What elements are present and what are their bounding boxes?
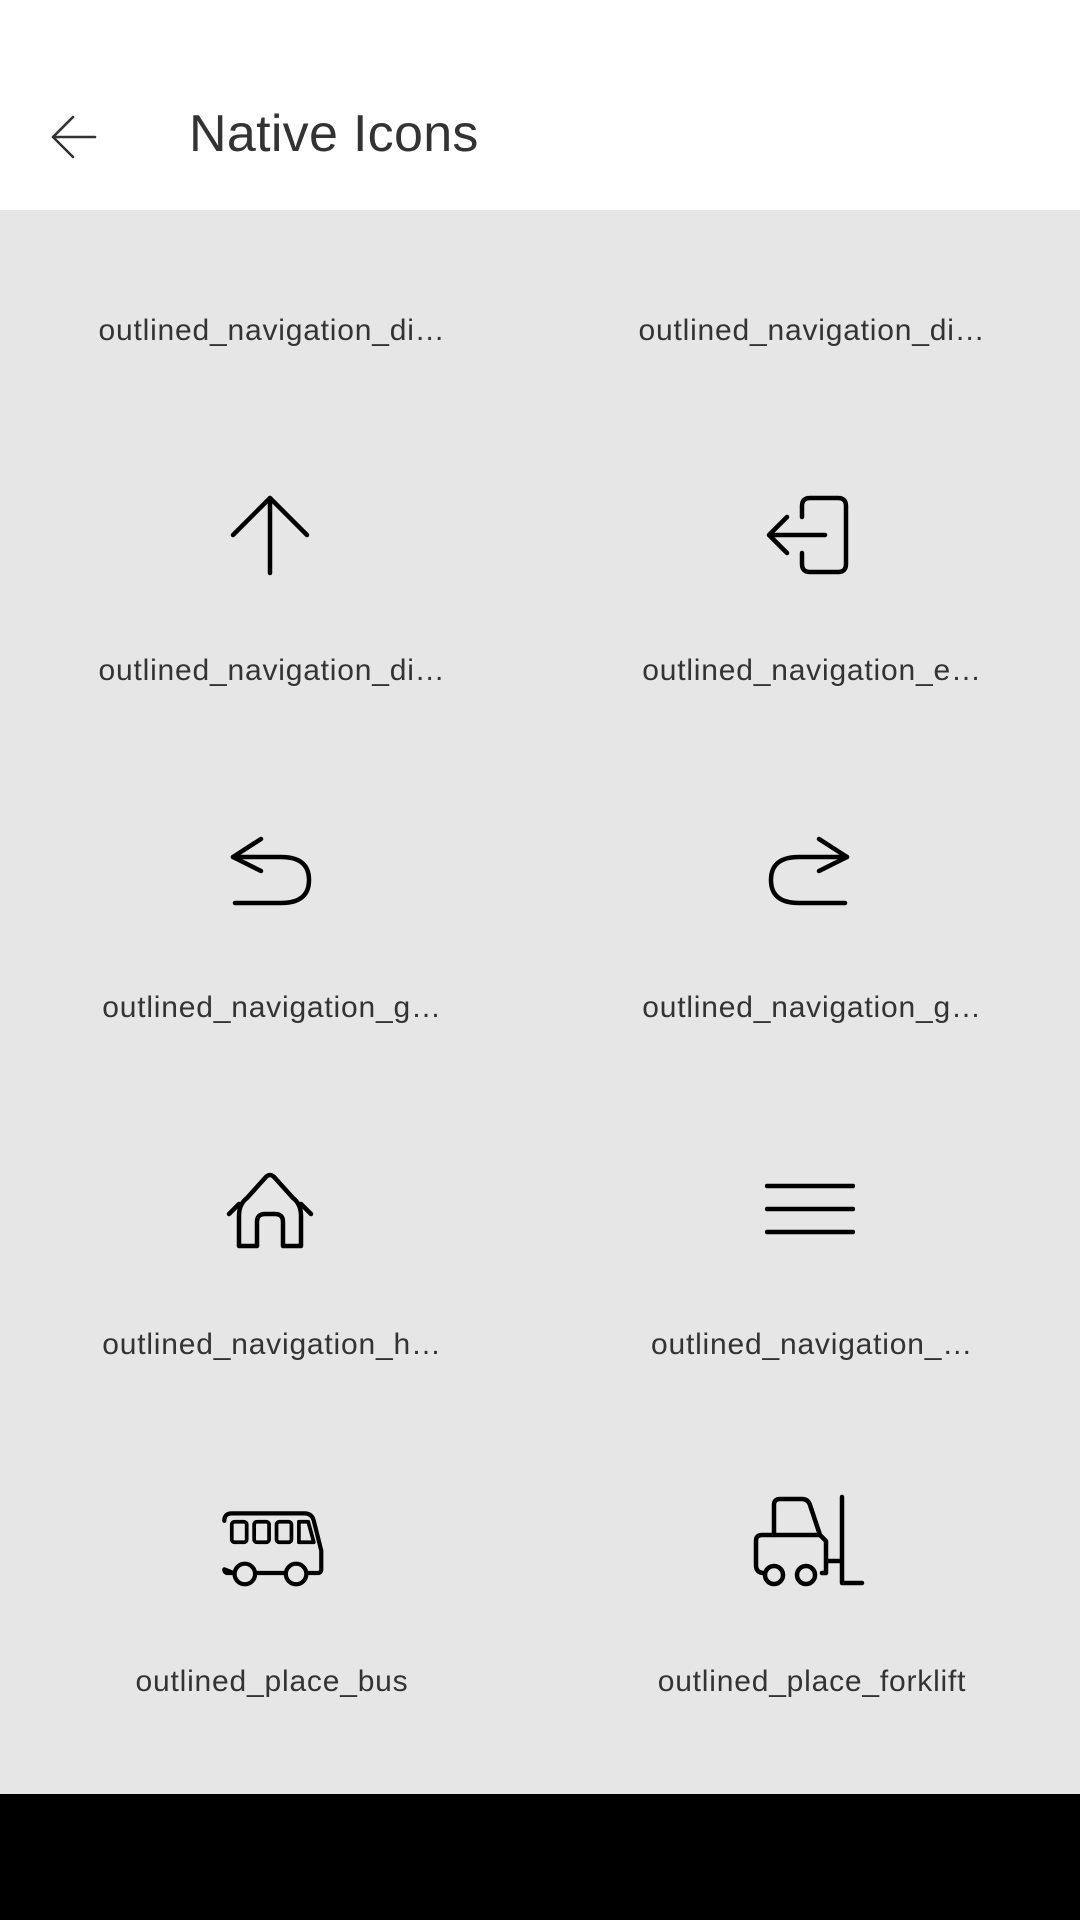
icon-cell[interactable]: outlined_navigation_di… [0,450,540,787]
exit-icon [765,490,855,580]
arrow-up-icon [225,490,315,580]
arrow-left-icon [49,113,97,161]
icon-label: outlined_navigation_… [650,1328,974,1361]
icon-label: outlined_navigation_di… [638,314,986,347]
home-icon [225,1164,315,1254]
app-screen: outlined_navigation_di… outlined_navigat… [0,0,1080,1794]
icon-cell[interactable]: outlined_navigation_g… [540,787,1080,1124]
icon-label: outlined_navigation_g… [102,991,442,1024]
icon-cell[interactable]: outlined_navigation_… [540,1124,1080,1461]
system-navigation-bar [0,1794,1080,1920]
app-bar: Native Icons [0,0,1080,210]
icon-label: outlined_navigation_e… [642,654,982,687]
go-back-icon [225,827,315,917]
icon-label: outlined_navigation_di… [98,654,446,687]
icon-cell[interactable]: outlined_place_bus [0,1461,540,1794]
icon-cell[interactable]: outlined_navigation_h… [0,1124,540,1461]
icon-label: outlined_place_bus [135,1665,409,1698]
page-title: Native Icons [189,105,479,163]
icon-cell[interactable]: outlined_navigation_e… [540,450,1080,787]
bus-icon [215,1501,325,1591]
icon-cell[interactable]: outlined_place_forklift [540,1461,1080,1794]
icon-label: outlined_navigation_h… [102,1328,442,1361]
icon-label: outlined_navigation_g… [642,991,982,1024]
menu-icon [765,1164,855,1254]
icon-label: outlined_navigation_di… [98,314,446,347]
go-forward-icon [765,827,855,917]
forklift-icon [750,1489,868,1593]
icon-grid: outlined_navigation_di… outlined_navigat… [0,0,1080,1794]
icon-label: outlined_place_forklift [657,1665,967,1698]
icon-cell[interactable]: outlined_navigation_g… [0,787,540,1124]
back-button[interactable] [26,90,120,184]
